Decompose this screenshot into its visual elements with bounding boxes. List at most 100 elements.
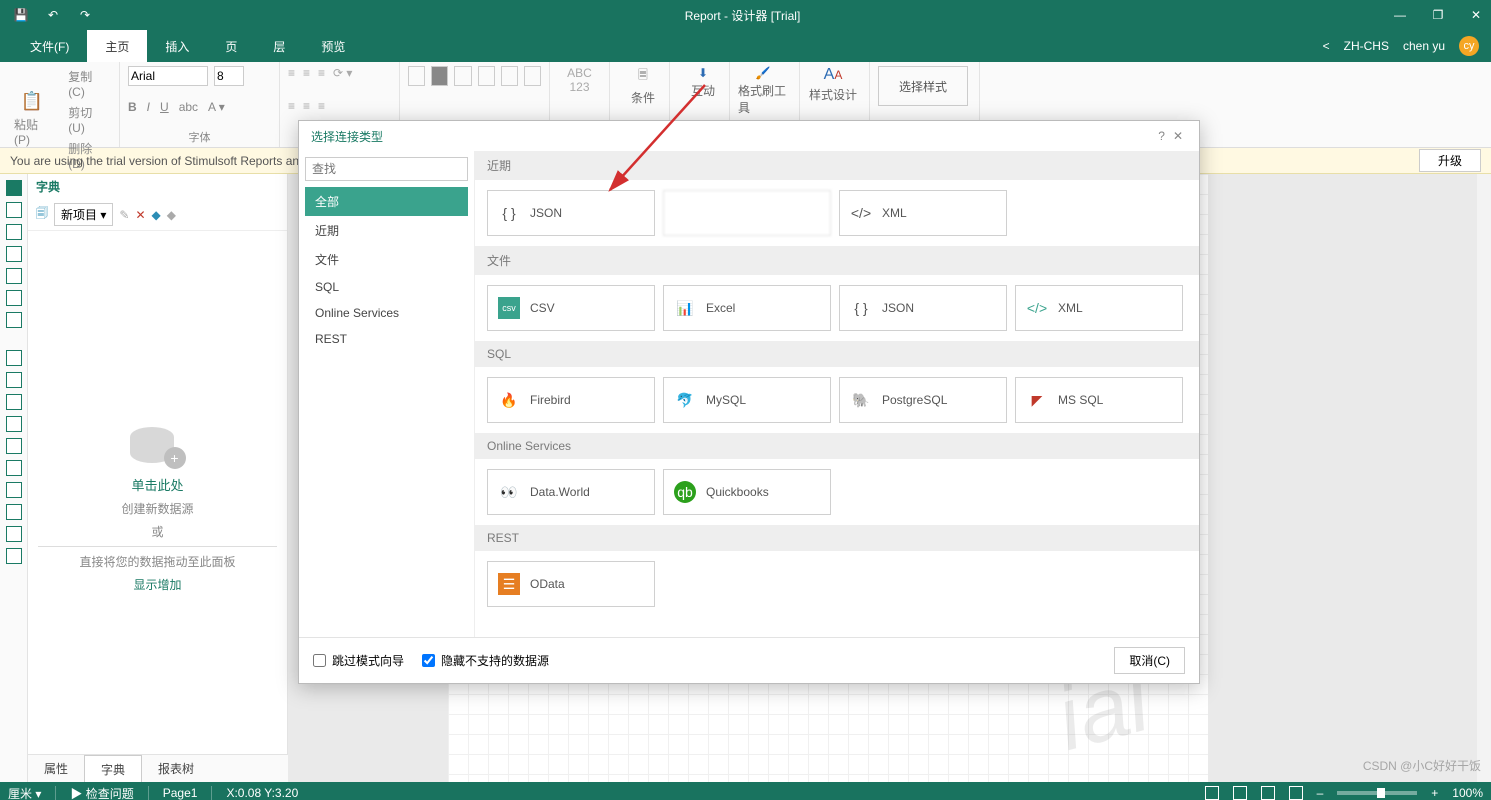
- conditions-button[interactable]: 🗏 条件: [618, 66, 668, 106]
- align-center-icon[interactable]: ≡: [303, 66, 310, 80]
- tab-page[interactable]: 页: [207, 30, 255, 62]
- strike-button[interactable]: abc: [179, 100, 198, 114]
- valign-bot-icon[interactable]: ≡: [318, 99, 325, 113]
- view-3-icon[interactable]: [1261, 786, 1275, 800]
- border-6-icon[interactable]: [524, 66, 541, 86]
- page-indicator[interactable]: Page1: [163, 786, 198, 800]
- avatar[interactable]: cy: [1459, 36, 1479, 56]
- close-icon[interactable]: ✕: [1467, 6, 1485, 24]
- down-icon[interactable]: ◆: [167, 208, 176, 222]
- cat-online[interactable]: Online Services: [305, 300, 468, 326]
- italic-button[interactable]: I: [147, 100, 150, 114]
- paste-icon[interactable]: 📋: [21, 91, 43, 112]
- unit-selector[interactable]: 厘米 ▾: [8, 785, 41, 800]
- vtool-6-icon[interactable]: [6, 290, 22, 306]
- underline-button[interactable]: U: [160, 100, 169, 114]
- undo-icon[interactable]: ↶: [44, 6, 62, 24]
- search-input[interactable]: [305, 157, 468, 181]
- cancel-button[interactable]: 取消(C): [1114, 647, 1185, 674]
- vtool-2-icon[interactable]: [6, 202, 22, 218]
- bold-button[interactable]: B: [128, 100, 137, 114]
- format-painter-button[interactable]: 🖌️ 格式刷工具: [738, 66, 788, 116]
- cat-rest[interactable]: REST: [305, 326, 468, 352]
- select-style-button[interactable]: 选择样式: [878, 66, 968, 106]
- border-3-icon[interactable]: [454, 66, 471, 86]
- tile-quickbooks[interactable]: qbQuickbooks: [663, 469, 831, 515]
- interaction-button[interactable]: ⬇ 互动: [678, 66, 728, 99]
- cat-recent[interactable]: 近期: [305, 216, 468, 245]
- zoom-slider[interactable]: [1337, 791, 1417, 795]
- tile-excel[interactable]: 📊Excel: [663, 285, 831, 331]
- help-icon[interactable]: ?: [1154, 129, 1169, 143]
- tile-odata[interactable]: ☰OData: [487, 561, 655, 607]
- user-name[interactable]: chen yu: [1403, 39, 1445, 53]
- tile-postgresql[interactable]: 🐘PostgreSQL: [839, 377, 1007, 423]
- delete-icon[interactable]: ✕: [135, 208, 145, 222]
- vertical-scrollbar[interactable]: [1477, 174, 1491, 782]
- view-2-icon[interactable]: [1233, 786, 1247, 800]
- tab-report-tree[interactable]: 报表树: [142, 755, 210, 782]
- cat-all[interactable]: 全部: [305, 187, 468, 216]
- border-4-icon[interactable]: [478, 66, 495, 86]
- tab-dictionary[interactable]: 字典: [84, 755, 142, 782]
- up-icon[interactable]: ◆: [152, 208, 161, 222]
- tab-layer[interactable]: 层: [255, 30, 303, 62]
- border-2-icon[interactable]: [431, 66, 448, 86]
- tab-preview[interactable]: 预览: [303, 30, 363, 62]
- align-right-icon[interactable]: ≡: [318, 66, 325, 80]
- tab-properties[interactable]: 属性: [28, 755, 84, 782]
- tab-insert[interactable]: 插入: [147, 30, 207, 62]
- share-icon[interactable]: <: [1323, 39, 1330, 53]
- dialog-close-icon[interactable]: ✕: [1169, 129, 1187, 143]
- rotate-icon[interactable]: ⟳ ▾: [333, 66, 352, 80]
- new-item-button[interactable]: 新项目 ▾: [54, 203, 113, 226]
- tile-xml[interactable]: </>XML: [1015, 285, 1183, 331]
- vtool-12-icon[interactable]: [6, 438, 22, 454]
- vtool-17-icon[interactable]: [6, 548, 22, 564]
- tile-recent-xml[interactable]: </>XML: [839, 190, 1007, 236]
- cat-files[interactable]: 文件: [305, 245, 468, 274]
- vtool-13-icon[interactable]: [6, 460, 22, 476]
- edit-icon[interactable]: ✎: [119, 208, 129, 222]
- vtool-15-icon[interactable]: [6, 504, 22, 520]
- tile-recent-json[interactable]: { }JSON: [487, 190, 655, 236]
- vtool-16-icon[interactable]: [6, 526, 22, 542]
- click-here-link[interactable]: 单击此处: [131, 475, 183, 494]
- font-family[interactable]: [128, 66, 208, 86]
- show-more-link[interactable]: 显示增加: [133, 576, 181, 593]
- tile-mssql[interactable]: ◤MS SQL: [1015, 377, 1183, 423]
- zoom-out-button[interactable]: –: [1317, 786, 1324, 800]
- tile-csv[interactable]: csvCSV: [487, 285, 655, 331]
- vtool-3-icon[interactable]: [6, 224, 22, 240]
- align-left-icon[interactable]: ≡: [288, 66, 295, 80]
- hide-unsupported-checkbox[interactable]: 隐藏不支持的数据源: [422, 652, 549, 669]
- zoom-label[interactable]: 100%: [1452, 786, 1483, 800]
- vtool-8-icon[interactable]: [6, 350, 22, 366]
- lang-selector[interactable]: ZH-CHS: [1344, 39, 1389, 53]
- vtool-4-icon[interactable]: [6, 246, 22, 262]
- valign-mid-icon[interactable]: ≡: [303, 99, 310, 113]
- vtool-5-icon[interactable]: [6, 268, 22, 284]
- redo-icon[interactable]: ↷: [76, 6, 94, 24]
- vtool-14-icon[interactable]: [6, 482, 22, 498]
- copy-button[interactable]: 复制(C): [62, 66, 111, 101]
- vtool-1-icon[interactable]: [6, 180, 22, 196]
- minimize-icon[interactable]: —: [1391, 6, 1409, 24]
- zoom-in-button[interactable]: +: [1431, 786, 1438, 800]
- cat-sql[interactable]: SQL: [305, 274, 468, 300]
- tab-home[interactable]: 主页: [87, 30, 147, 62]
- border-5-icon[interactable]: [501, 66, 518, 86]
- maximize-icon[interactable]: ❐: [1429, 6, 1447, 24]
- vtool-11-icon[interactable]: [6, 416, 22, 432]
- tile-mysql[interactable]: 🐬MySQL: [663, 377, 831, 423]
- upgrade-button[interactable]: 升级: [1419, 149, 1481, 172]
- tile-recent-blurred[interactable]: [663, 190, 831, 236]
- font-color-button[interactable]: A ▾: [208, 100, 225, 114]
- vtool-10-icon[interactable]: [6, 394, 22, 410]
- vtool-7-icon[interactable]: [6, 312, 22, 328]
- tile-firebird[interactable]: 🔥Firebird: [487, 377, 655, 423]
- view-1-icon[interactable]: [1205, 786, 1219, 800]
- tile-json[interactable]: { }JSON: [839, 285, 1007, 331]
- paste-button[interactable]: 粘贴(P): [8, 114, 56, 149]
- vtool-9-icon[interactable]: [6, 372, 22, 388]
